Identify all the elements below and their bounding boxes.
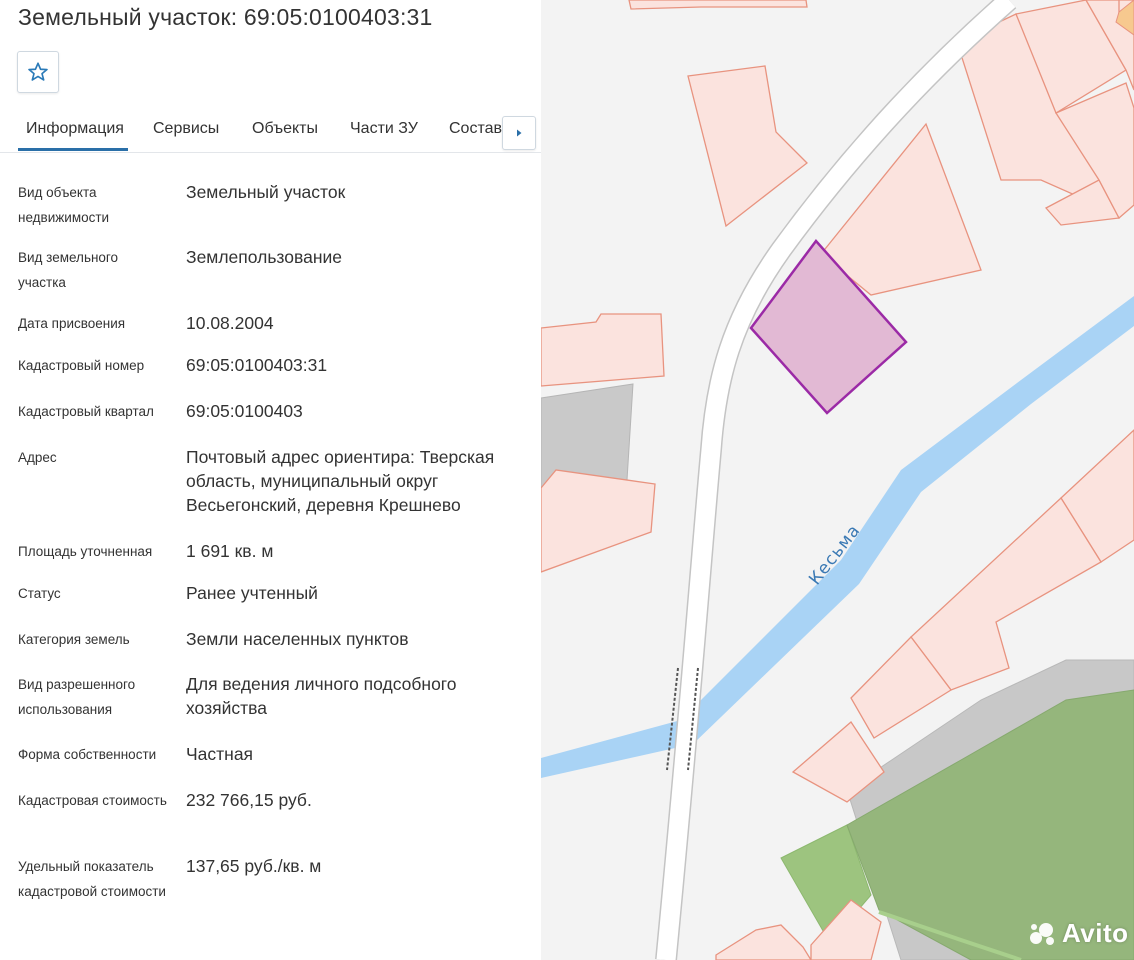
info-panel: Земельный участок: 69:05:0100403:31 Инфо… <box>0 0 541 960</box>
avito-watermark: Avito <box>1028 918 1129 949</box>
info-label: Категория земель <box>18 632 130 647</box>
info-value: 1 691 кв. м <box>186 541 274 561</box>
info-value: 69:05:0100403:31 <box>186 355 328 375</box>
watermark-text: Avito <box>1062 918 1129 948</box>
page-title: Земельный участок: 69:05:0100403:31 <box>18 4 433 30</box>
info-value: 232 766,15 руб. <box>186 790 312 810</box>
tabs-scroll-right-button[interactable] <box>502 116 536 150</box>
info-label: Кадастровый номер <box>18 358 145 373</box>
info-label: Статус <box>18 586 61 601</box>
info-value: Частная <box>186 744 254 764</box>
info-value: Ранее учтенный <box>186 583 318 603</box>
cadastral-map[interactable]: Кесьма <box>541 0 1134 960</box>
tab-bar: Информация Сервисы Объекты Части ЗУ Сост… <box>0 108 541 153</box>
tab-information[interactable]: Информация <box>26 120 124 138</box>
info-label: Удельный показатель кадастровой стоимост… <box>18 859 166 899</box>
info-value: Землепользование <box>186 247 342 267</box>
tab-objects[interactable]: Объекты <box>252 120 318 138</box>
active-tab-indicator <box>18 148 128 151</box>
info-label: Кадастровая стоимость <box>18 793 167 808</box>
info-value: Для ведения личного подсобного хозяйства <box>186 674 457 718</box>
info-value: 69:05:0100403 <box>186 401 303 421</box>
info-label: Вид разрешенного использования <box>18 677 136 717</box>
info-value: 137,65 руб./кв. м <box>186 856 322 876</box>
map-canvas[interactable]: Кесьма <box>541 0 1134 960</box>
info-label: Площадь уточненная <box>18 544 153 559</box>
tab-parts[interactable]: Части ЗУ <box>350 120 418 138</box>
info-label: Форма собственности <box>18 747 157 762</box>
info-label: Кадастровый квартал <box>18 404 154 419</box>
caret-right-icon <box>517 129 522 137</box>
info-label: Вид объекта недвижимости <box>18 185 110 225</box>
favorite-button[interactable] <box>17 51 59 93</box>
info-value: 10.08.2004 <box>186 313 274 333</box>
star-icon <box>28 62 48 81</box>
tab-services[interactable]: Сервисы <box>153 120 219 138</box>
info-label: Адрес <box>18 450 57 465</box>
avito-logo-icon <box>1030 922 1054 945</box>
parcel <box>628 0 808 10</box>
info-value: Земли населенных пунктов <box>186 629 409 649</box>
tab-composition[interactable]: Состав <box>449 120 502 138</box>
info-value: Земельный участок <box>186 182 346 202</box>
info-label: Дата присвоения <box>18 316 126 331</box>
info-value: Почтовый адрес ориентира: Тверская облас… <box>186 447 495 515</box>
info-label: Вид земельного участка <box>18 250 119 290</box>
